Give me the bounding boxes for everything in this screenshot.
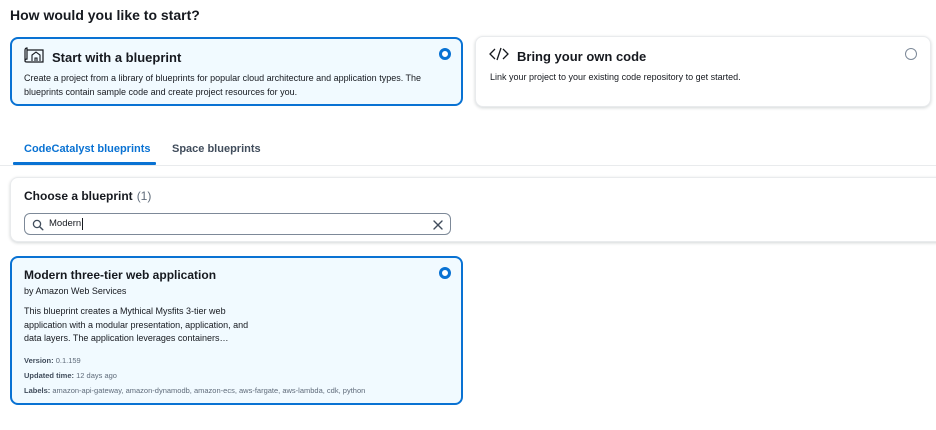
choose-title-text: Choose a blueprint bbox=[24, 189, 133, 203]
blueprint-card[interactable]: Modern three-tier web application by Ama… bbox=[10, 256, 463, 405]
version-label: Version: bbox=[24, 356, 54, 365]
option-description: Link your project to your existing code … bbox=[490, 72, 741, 82]
active-tab-indicator bbox=[13, 162, 156, 165]
updated-label: Updated time: bbox=[24, 371, 75, 380]
updated-value: 12 days ago bbox=[76, 371, 117, 380]
search-input[interactable]: Modern bbox=[24, 213, 451, 235]
create-project-page: How would you like to start? Start with … bbox=[0, 0, 936, 430]
radio-selected[interactable] bbox=[439, 48, 451, 60]
option-description: Create a project from a library of bluep… bbox=[24, 73, 422, 97]
option-bring-your-own-code[interactable]: Bring your own code Link your project to… bbox=[475, 36, 931, 107]
blueprint-tabs: CodeCatalyst blueprints Space blueprints bbox=[0, 137, 936, 166]
page-heading: How would you like to start? bbox=[10, 7, 200, 23]
blueprint-labels: Labels: amazon-api-gateway, amazon-dynam… bbox=[24, 386, 365, 395]
option-title: Bring your own code bbox=[517, 49, 647, 64]
blueprint-author: by Amazon Web Services bbox=[24, 286, 127, 296]
choose-blueprint-title: Choose a blueprint (1) bbox=[24, 189, 151, 203]
result-count: (1) bbox=[136, 189, 152, 203]
search-value: Modern bbox=[49, 218, 82, 229]
labels-value: amazon-api-gateway, amazon-dynamodb, ama… bbox=[52, 386, 366, 395]
option-start-with-blueprint[interactable]: Start with a blueprint Create a project … bbox=[10, 37, 463, 106]
radio-selected[interactable] bbox=[439, 267, 451, 279]
blueprint-icon bbox=[24, 47, 44, 68]
tab-codecatalyst-blueprints[interactable]: CodeCatalyst blueprints bbox=[24, 143, 151, 155]
tab-space-blueprints[interactable]: Space blueprints bbox=[172, 143, 261, 155]
labels-label: Labels: bbox=[24, 386, 51, 395]
option-title: Start with a blueprint bbox=[52, 50, 182, 65]
blueprint-version: Version: 0.1.159 bbox=[24, 356, 81, 365]
version-value: 0.1.159 bbox=[55, 356, 81, 365]
blueprint-title: Modern three-tier web application bbox=[24, 268, 217, 282]
radio-unselected[interactable] bbox=[905, 48, 917, 60]
search-icon bbox=[32, 218, 44, 236]
text-cursor bbox=[82, 218, 83, 230]
blueprint-updated: Updated time: 12 days ago bbox=[24, 371, 117, 380]
close-icon[interactable] bbox=[432, 218, 444, 236]
choose-blueprint-panel: Choose a blueprint (1) Modern bbox=[10, 177, 936, 242]
blueprint-description: This blueprint creates a Mythical Mysfit… bbox=[24, 306, 249, 343]
code-icon bbox=[489, 47, 509, 66]
